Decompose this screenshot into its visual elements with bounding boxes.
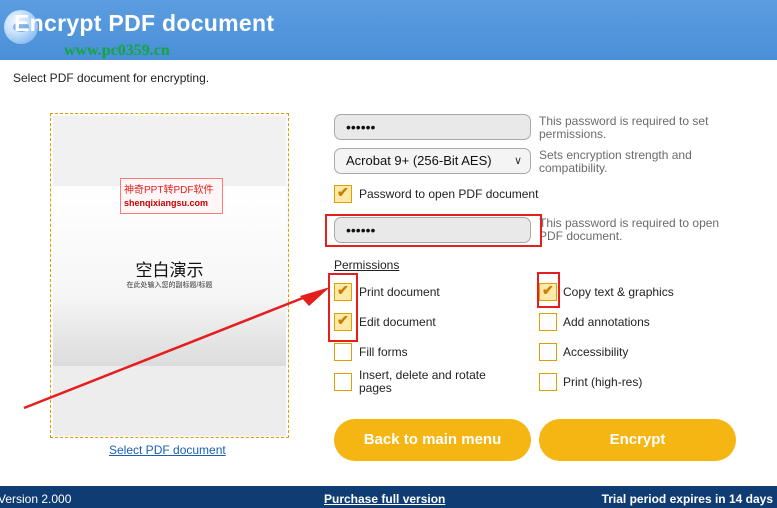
status-bar: Version 2.000 Purchase full version Tria…: [0, 486, 777, 508]
purchase-link[interactable]: Purchase full version: [324, 492, 445, 506]
version-text: Version 2.000: [0, 492, 72, 506]
trial-text: Trial period expires in 14 days: [601, 492, 773, 506]
encrypt-window: Encrypt PDF document www.pc0359.cn Selec…: [0, 0, 777, 508]
annotation-arrow-icon: [23, 287, 330, 410]
